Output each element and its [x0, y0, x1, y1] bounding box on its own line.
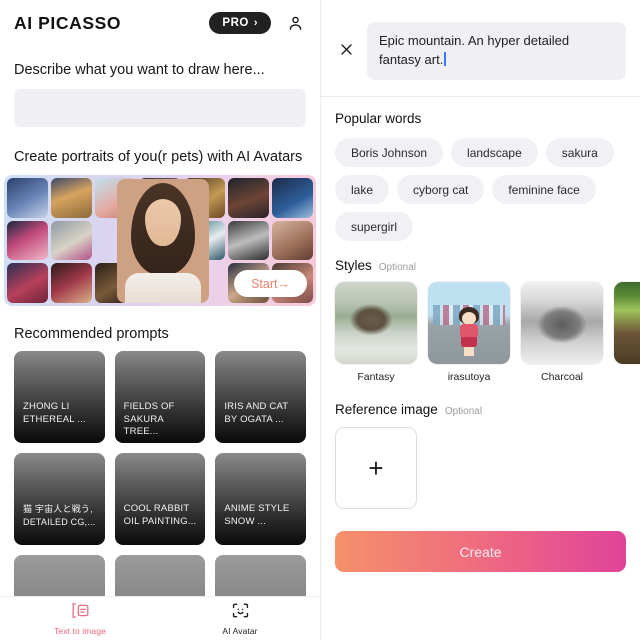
style-label: Fantasy — [357, 371, 395, 383]
avatar-thumb — [227, 178, 269, 218]
prompt-card-label: IRIS AND CAT BY OGATA ... — [224, 401, 289, 425]
style-label: Charcoal — [540, 371, 584, 383]
pro-label: PRO — [222, 17, 249, 29]
tab-label: Text to image — [54, 625, 106, 636]
style-label: irasutoya — [447, 371, 491, 383]
prompt-input[interactable] — [14, 89, 306, 127]
prompt-card-label: FIELDS OF SAKURA TREE... — [123, 401, 175, 437]
popular-word-chip[interactable]: cyborg cat — [397, 175, 485, 204]
avatar-thumb — [51, 263, 93, 303]
plus-icon: + — [368, 453, 384, 483]
prompt-editor-row: Epic mountain. An hyper detailed fantasy… — [321, 0, 640, 80]
style-option[interactable]: Charcoal — [521, 282, 603, 383]
prompt-textarea[interactable]: Epic mountain. An hyper detailed fantasy… — [367, 22, 626, 80]
ai-avatars-banner[interactable]: Start→ — [4, 175, 316, 306]
styles-list: Fantasy irasutoya Charcoal 3D — [321, 273, 640, 383]
prompt-card[interactable]: ANIME STYLE SNOW ... — [215, 453, 306, 545]
prompt-card-label: ZHONG LI ETHEREAL ... — [23, 401, 86, 425]
avatar-thumb — [7, 220, 49, 261]
reference-optional-label: Optional — [444, 406, 483, 417]
right-panel: Epic mountain. An hyper detailed fantasy… — [320, 0, 640, 640]
app-logo: AI PICASSO — [14, 12, 122, 33]
tab-ai-avatar[interactable]: AI Avatar — [160, 602, 320, 636]
app-root: AI PICASSO PRO › Describe what you want … — [0, 0, 640, 640]
style-thumbnail — [521, 282, 603, 364]
left-panel: AI PICASSO PRO › Describe what you want … — [0, 0, 320, 640]
styles-label: Styles — [335, 258, 372, 273]
prompt-card[interactable]: COOL RABBIT OIL PAINTING... — [114, 453, 206, 545]
prompt-card[interactable]: IRIS AND CAT BY OGATA ... — [215, 351, 306, 443]
reference-image-title: Reference image Optional — [321, 402, 640, 417]
tab-label: AI Avatar — [222, 625, 258, 636]
text-cursor — [444, 52, 446, 66]
pro-badge-button[interactable]: PRO › — [209, 12, 271, 34]
text-to-image-icon — [71, 602, 90, 624]
popular-words-title: Popular words — [321, 111, 640, 126]
start-button[interactable]: Start→ — [234, 270, 307, 297]
prompt-card[interactable]: FIELDS OF SAKURA TREE... — [114, 351, 206, 443]
avatar-thumb — [227, 220, 269, 261]
hero-avatar-photo — [117, 179, 209, 303]
popular-word-chip[interactable]: lake — [335, 175, 390, 204]
prompt-textarea-value: Epic mountain. An hyper detailed fantasy… — [379, 33, 570, 67]
prompt-card[interactable]: 猫 宇宙人と戦う, DETAILED CG,... — [14, 453, 105, 545]
face-scan-icon — [231, 602, 250, 624]
bottom-tab-bar: Text to image AI Avatar — [0, 596, 320, 640]
tab-text-to-image[interactable]: Text to image — [0, 602, 160, 636]
avatar-thumb — [271, 220, 313, 261]
avatar-thumb — [7, 178, 49, 218]
person-icon[interactable] — [287, 15, 304, 32]
describe-title: Describe what you want to draw here... — [14, 62, 265, 78]
reference-image-label: Reference image — [335, 402, 438, 417]
popular-word-chip[interactable]: feminine face — [492, 175, 596, 204]
style-thumbnail — [614, 282, 640, 364]
app-header: AI PICASSO PRO › — [0, 0, 320, 38]
prompt-card-label: ANIME STYLE SNOW ... — [224, 503, 290, 527]
style-thumbnail — [428, 282, 510, 364]
popular-word-chip[interactable]: landscape — [451, 138, 538, 167]
style-option[interactable]: Fantasy — [335, 282, 417, 383]
divider — [321, 96, 640, 97]
popular-word-chip[interactable]: supergirl — [335, 212, 414, 241]
chevron-right-icon: › — [253, 16, 258, 29]
popular-words-chips: Boris Johnson landscape sakura lake cybo… — [321, 126, 640, 241]
style-option[interactable]: irasutoya — [428, 282, 510, 383]
prompt-card[interactable]: ZHONG LI ETHEREAL ... — [14, 351, 105, 443]
avatar-thumb — [51, 178, 93, 218]
styles-title: Styles Optional — [321, 258, 640, 273]
prompt-card-label: COOL RABBIT OIL PAINTING... — [123, 503, 197, 527]
close-icon[interactable] — [333, 36, 359, 62]
styles-optional-label: Optional — [378, 262, 417, 273]
reference-image-add-button[interactable]: + — [335, 427, 417, 509]
style-option[interactable]: 3D — [614, 282, 640, 383]
create-button[interactable]: Create — [335, 531, 626, 572]
recommended-prompts-title: Recommended prompts — [14, 326, 169, 342]
ai-avatars-title: Create portraits of you(r pets) with AI … — [14, 149, 303, 165]
style-label: 3D — [614, 371, 640, 383]
popular-word-chip[interactable]: Boris Johnson — [335, 138, 444, 167]
avatar-thumb — [271, 178, 313, 218]
popular-words-label: Popular words — [335, 111, 422, 126]
prompt-card-label: 猫 宇宙人と戦う, DETAILED CG,... — [23, 504, 96, 527]
style-thumbnail — [335, 282, 417, 364]
avatar-thumb — [51, 220, 93, 261]
avatar-thumb — [7, 263, 49, 303]
popular-word-chip[interactable]: sakura — [545, 138, 614, 167]
